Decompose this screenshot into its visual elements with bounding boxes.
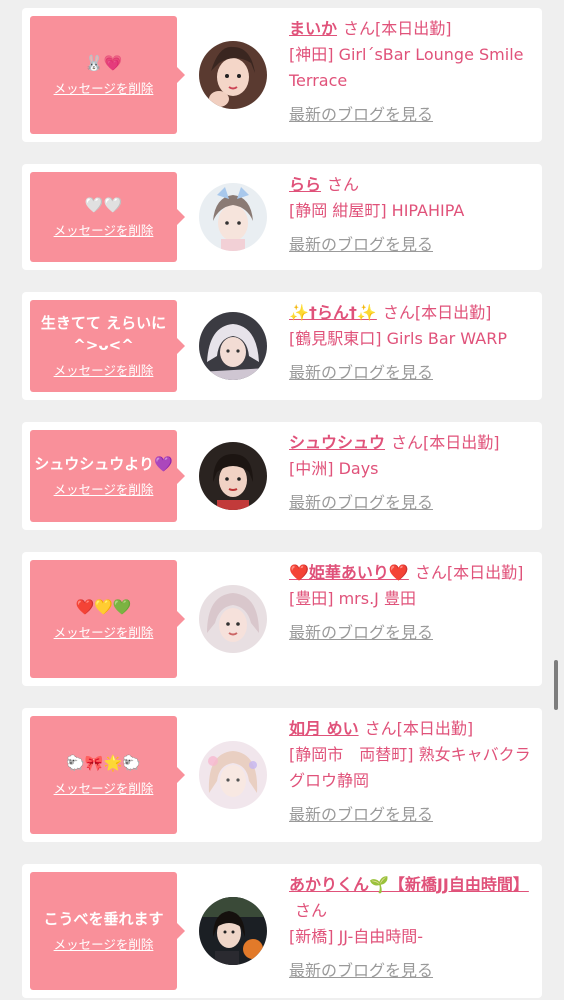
honorific: さん [364,719,397,738]
message-text: ❤️💛💚 [75,598,132,616]
delete-message-link[interactable]: メッセージを削除 [54,362,154,380]
honorific: さん [343,19,376,38]
latest-blog-link[interactable]: 最新のブログを見る [289,360,532,386]
shop-name: [新橋] JJ-自由時間- [289,927,423,946]
message-text: 生きてて えらいに^>ᴗ<^ [40,314,167,354]
message-bubble: シュウシュウより💜 メッセージを削除 [30,430,185,522]
message-card: ❤️💛💚 メッセージを削除 ❤️姫華あいり❤️ さん[本日出勤] [豊田] mrs… [22,552,542,686]
latest-blog-link[interactable]: 最新のブログを見る [289,102,532,128]
cast-name-link[interactable]: らら [289,175,321,194]
attendance-status: [本日出勤] [423,433,500,452]
profile-info: ✨†らん†✨ さん[本日出勤] [鶴見駅東口] Girls Bar WARP 最新… [289,300,532,386]
latest-blog-link[interactable]: 最新のブログを見る [289,490,532,516]
message-text: 🤍🤍 [84,196,123,214]
avatar-photo-icon [199,442,267,510]
message-card: 🤍🤍 メッセージを削除 らら さん [静岡 紺屋町] HIPAHIPA 最新のブロ… [22,164,542,270]
latest-blog-link[interactable]: 最新のブログを見る [289,620,532,646]
attendance-status: [本日出勤] [375,19,452,38]
cast-name-link[interactable]: シュウシュウ [289,433,385,452]
message-bubble: 🤍🤍 メッセージを削除 [30,172,185,262]
shop-name: [中洲] Days [289,459,379,478]
avatar-photo-icon [199,183,267,251]
avatar[interactable] [199,41,267,109]
shop-name: [神田] Girl´sBar Lounge Smile Terrace [289,45,524,90]
honorific: さん [414,563,447,582]
message-card: 🐰💗 メッセージを削除 まいか さん[本日出勤] [神田] Girl´sBar L… [22,8,542,142]
scrollbar[interactable] [554,660,558,710]
profile-info: ❤️姫華あいり❤️ さん[本日出勤] [豊田] mrs.J 豊田 最新のブログを見… [289,560,532,646]
message-card: シュウシュウより💜 メッセージを削除 シュウシュウ さん[本日出勤] [中洲] D… [22,422,542,530]
message-bubble: 🐰💗 メッセージを削除 [30,16,185,134]
attendance-status: [本日出勤] [414,303,492,322]
message-bubble: ❤️💛💚 メッセージを削除 [30,560,185,678]
latest-blog-link[interactable]: 最新のブログを見る [289,802,532,828]
delete-message-link[interactable]: メッセージを削除 [54,936,154,954]
avatar-photo-icon [199,897,267,965]
avatar-photo-icon [199,585,267,653]
latest-blog-link[interactable]: 最新のブログを見る [289,232,532,258]
avatar-photo-icon [199,312,267,380]
delete-message-link[interactable]: メッセージを削除 [54,624,154,642]
message-text: シュウシュウより💜 [34,455,173,473]
delete-message-link[interactable]: メッセージを削除 [54,481,154,499]
avatar[interactable] [199,442,267,510]
attendance-status: [本日出勤] [446,563,524,582]
latest-blog-link[interactable]: 最新のブログを見る [289,958,532,984]
cast-name-link[interactable]: ❤️姫華あいり❤️ [289,563,409,582]
cast-name-link[interactable]: まいか [289,19,337,38]
avatar[interactable] [199,585,267,653]
avatar[interactable] [199,897,267,965]
profile-info: まいか さん[本日出勤] [神田] Girl´sBar Lounge Smile … [289,16,532,128]
delete-message-link[interactable]: メッセージを削除 [54,780,154,798]
avatar[interactable] [199,741,267,809]
delete-message-link[interactable]: メッセージを削除 [54,222,154,240]
avatar[interactable] [199,183,267,251]
avatar[interactable] [199,312,267,380]
shop-name: [鶴見駅東口] Girls Bar WARP [289,329,507,348]
message-bubble: 生きてて えらいに^>ᴗ<^ メッセージを削除 [30,300,185,392]
message-text: こうべを垂れます [43,910,164,928]
cast-name-link[interactable]: あかりくん🌱【新橋JJ自由時間】 [289,875,529,894]
honorific: さん [382,303,415,322]
honorific: さん [327,175,360,194]
shop-name: [静岡市 両替町] 熟女キャバクラ グロウ静岡 [289,745,531,790]
profile-info: あかりくん🌱【新橋JJ自由時間】さん [新橋] JJ-自由時間- 最新のブログを… [289,872,532,984]
message-text: 🐑🎀🌟🐑 [66,754,141,772]
honorific: さん [295,901,328,920]
profile-info: らら さん [静岡 紺屋町] HIPAHIPA 最新のブログを見る [289,172,532,258]
avatar-photo-icon [199,41,267,109]
message-bubble: こうべを垂れます メッセージを削除 [30,872,185,990]
avatar-photo-icon [199,741,267,809]
attendance-status: [本日出勤] [396,719,474,738]
shop-name: [静岡 紺屋町] HIPAHIPA [289,201,465,220]
message-text: 🐰💗 [84,54,123,72]
message-card: こうべを垂れます メッセージを削除 あかりくん🌱【新橋JJ自由時間】さん [新橋… [22,864,542,998]
message-list: 🐰💗 メッセージを削除 まいか さん[本日出勤] [神田] Girl´sBar L… [0,0,564,1000]
profile-info: シュウシュウ さん[本日出勤] [中洲] Days 最新のブログを見る [289,430,532,516]
message-card: 生きてて えらいに^>ᴗ<^ メッセージを削除 ✨†らん†✨ さん[本日出勤] [… [22,292,542,400]
message-bubble: 🐑🎀🌟🐑 メッセージを削除 [30,716,185,834]
honorific: さん [391,433,424,452]
cast-name-link[interactable]: 如月 めい [289,719,359,738]
cast-name-link[interactable]: ✨†らん†✨ [289,303,377,322]
delete-message-link[interactable]: メッセージを削除 [54,80,154,98]
shop-name: [豊田] mrs.J 豊田 [289,589,416,608]
message-card: 🐑🎀🌟🐑 メッセージを削除 如月 めい さん[本日出勤] [静岡市 両替町] 熟女… [22,708,542,842]
profile-info: 如月 めい さん[本日出勤] [静岡市 両替町] 熟女キャバクラ グロウ静岡 最新… [289,716,532,828]
